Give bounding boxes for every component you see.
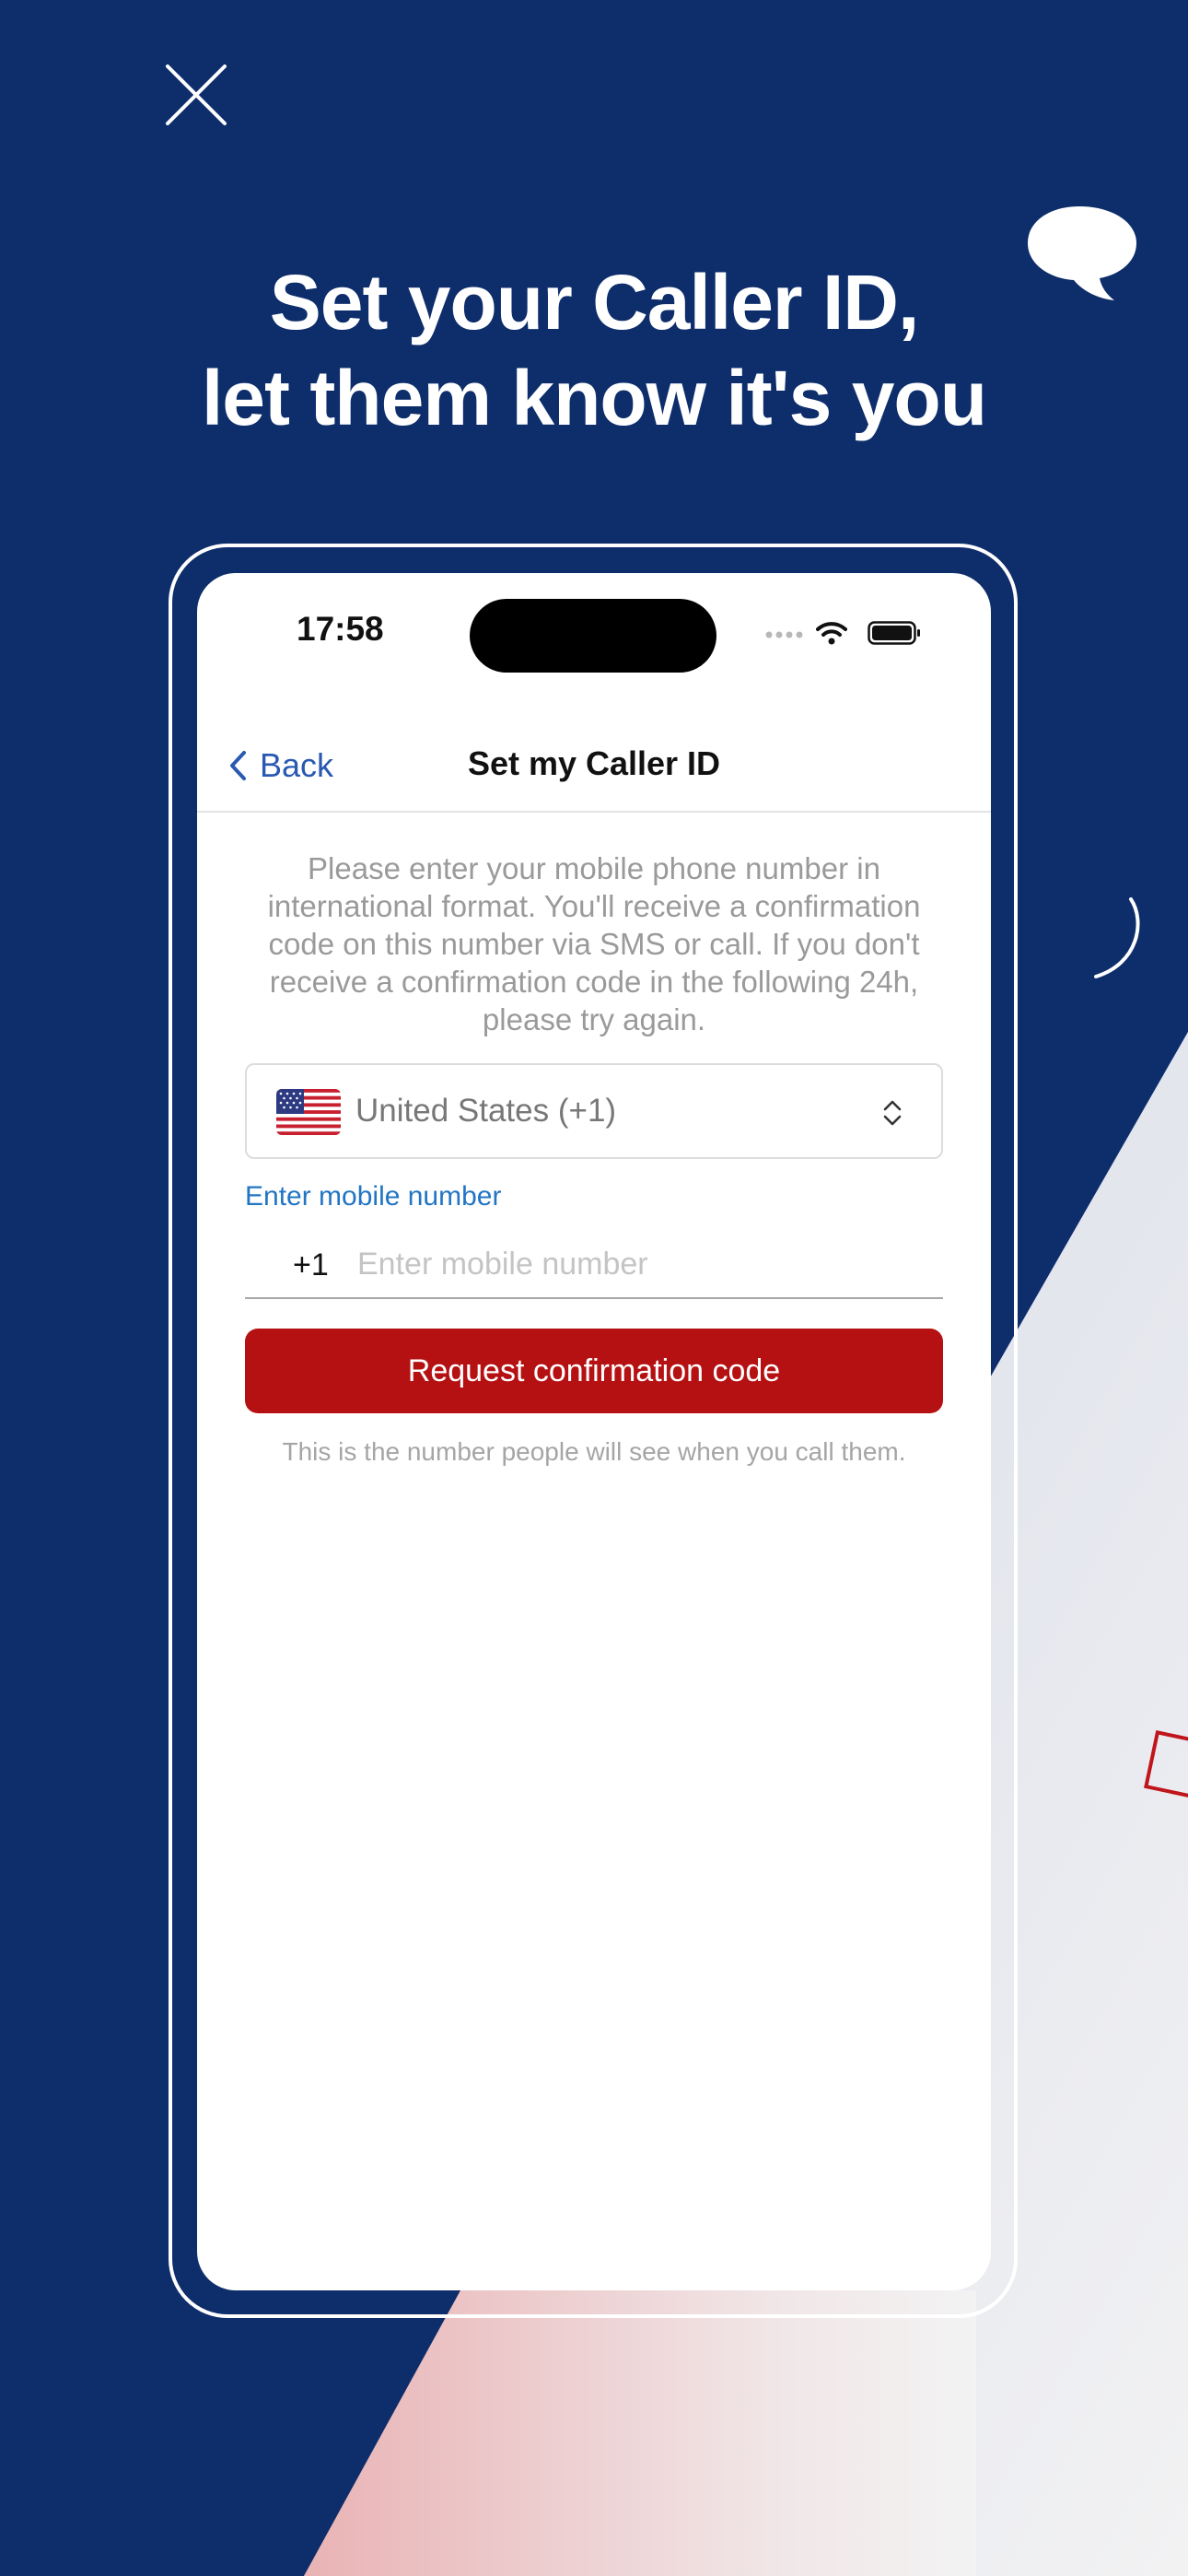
us-flag-icon <box>276 1089 341 1135</box>
phone-screen: 17:58 Back Set my Caller ID Please enter… <box>197 573 991 2290</box>
dynamic-island <box>470 599 716 673</box>
phone-input-underline <box>245 1297 943 1299</box>
country-code-prefix: +1 <box>293 1247 329 1282</box>
screen-title: Set my Caller ID <box>467 744 721 782</box>
phone-number-input[interactable] <box>354 1238 938 1290</box>
headline-line-1: Set your Caller ID, <box>269 259 920 345</box>
close-icon[interactable] <box>164 63 228 127</box>
status-time: 17:58 <box>297 610 384 648</box>
chevron-updown-icon <box>883 1100 902 1126</box>
background-pink-wedge <box>304 2290 976 2576</box>
headline: Set your Caller ID, let them know it's y… <box>0 254 1188 446</box>
request-code-button[interactable]: Request confirmation code <box>245 1329 943 1413</box>
wifi-icon <box>816 622 847 645</box>
country-select[interactable]: United States (+1) <box>245 1063 943 1159</box>
phone-field-label: Enter mobile number <box>245 1181 502 1212</box>
decorative-arc <box>1094 897 1140 978</box>
decorative-red-square <box>1144 1730 1188 1800</box>
headline-line-2: let them know it's you <box>201 355 987 441</box>
instructions-text: Please enter your mobile phone number in… <box>267 851 921 1036</box>
nav-divider <box>197 811 991 813</box>
caller-id-hint: This is the number people will see when … <box>282 1437 906 1466</box>
signal-icon <box>765 631 803 638</box>
battery-icon <box>868 621 920 645</box>
country-label: United States (+1) <box>355 1093 617 1129</box>
